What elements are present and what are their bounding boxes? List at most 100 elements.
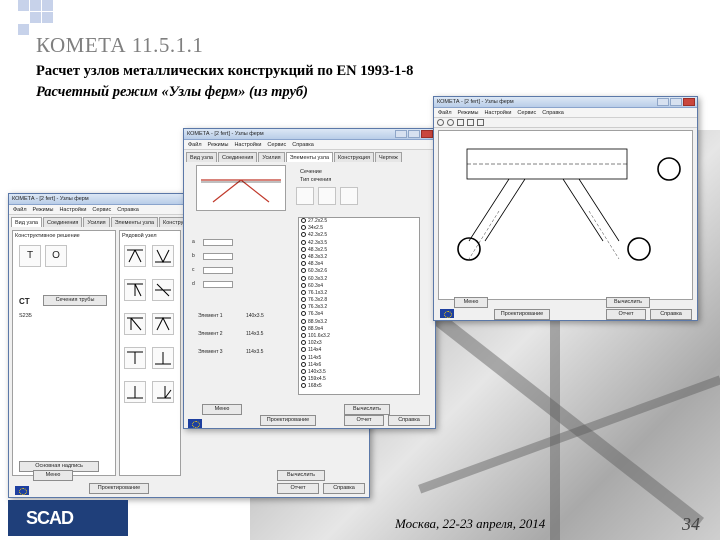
profile-size-label: 76.1x3.2 [308, 289, 328, 296]
tab-connections[interactable]: Соединения [217, 152, 258, 162]
maximize-icon[interactable] [670, 98, 682, 106]
menu-button[interactable]: Меню [454, 297, 488, 308]
menu-service[interactable]: Сервис [517, 108, 536, 117]
list-item[interactable]: 140x3.5 [299, 368, 419, 376]
element-3-row[interactable]: Элемент 3 114x3.5 [198, 349, 263, 357]
design-button[interactable]: Проектирование [494, 309, 550, 320]
tube-section-button[interactable]: Сечения трубы [43, 295, 107, 306]
help-button[interactable]: Справка [650, 309, 692, 320]
param-c-input[interactable] [202, 267, 233, 274]
square-section-icon[interactable] [318, 187, 336, 205]
list-item[interactable]: 76.3x4 [299, 311, 419, 318]
tab-node-elements[interactable]: Элементы узла [285, 152, 334, 162]
menu-help[interactable]: Справка [542, 108, 564, 117]
list-item[interactable]: 42.3x2.5 [299, 232, 419, 239]
menu-file[interactable]: Файл [13, 205, 27, 214]
calculate-button[interactable]: Вычислить [344, 404, 390, 415]
list-item[interactable]: 76.3x2.8 [299, 297, 419, 304]
menu-service[interactable]: Сервис [92, 205, 111, 214]
list-item[interactable]: 27.2x2.5 [299, 218, 419, 225]
round-section-icon[interactable] [340, 187, 358, 205]
list-item[interactable]: 60.3x2.6 [299, 268, 419, 275]
list-item[interactable]: 159x4.5 [299, 376, 419, 383]
element-2-row[interactable]: Элемент 2 114x3.5 [198, 331, 263, 339]
list-item[interactable]: 168x5 [299, 383, 419, 390]
help-button[interactable]: Справка [388, 415, 430, 426]
round-tube-option-icon[interactable]: O [45, 245, 67, 267]
profile-list[interactable]: 27.2x2.5 34x2.5 42.3x2.5 42.3x3.5 48.3x2.5 48… [298, 217, 420, 395]
list-item[interactable]: 48.3x2.5 [299, 246, 419, 254]
list-item[interactable]: 60.3x3.2 [299, 275, 419, 283]
list-item[interactable]: 88.9x3.2 [299, 318, 419, 326]
menu-help[interactable]: Справка [292, 140, 314, 149]
menu-modes[interactable]: Режимы [208, 140, 229, 149]
tab-node-view[interactable]: Вид узла [186, 152, 217, 162]
menu-settings[interactable]: Настройки [484, 108, 511, 117]
param-a-input[interactable] [202, 239, 233, 246]
list-item[interactable]: 48.3x3.2 [299, 253, 419, 261]
menu-file[interactable]: Файл [438, 108, 452, 117]
rect-section-icon[interactable] [296, 187, 314, 205]
menu-modes[interactable]: Режимы [33, 205, 54, 214]
node-k-type-icon[interactable] [124, 245, 146, 267]
tab-node-view[interactable]: Вид узла [11, 217, 42, 227]
node-n-type-icon[interactable] [124, 313, 146, 335]
menu-settings[interactable]: Настройки [234, 140, 261, 149]
list-item[interactable]: 101.6x3.2 [299, 333, 419, 340]
node-corner-type-icon[interactable] [152, 381, 174, 403]
maximize-icon[interactable] [408, 130, 420, 138]
close-icon[interactable] [421, 130, 433, 138]
list-item[interactable]: 76.3x3.2 [299, 304, 419, 311]
node-end-type-icon[interactable] [124, 381, 146, 403]
tab-drawing[interactable]: Чертеж [374, 152, 402, 162]
save-icon[interactable] [477, 119, 484, 126]
tab-forces[interactable]: Усилия [83, 217, 110, 227]
tab-construction[interactable]: Конструкция [334, 152, 374, 162]
list-item[interactable]: 102x3 [299, 340, 419, 347]
menu-button[interactable]: Меню [202, 404, 242, 415]
menu-modes[interactable]: Режимы [458, 108, 479, 117]
zoom-out-icon[interactable] [447, 119, 454, 126]
menu-service[interactable]: Сервис [267, 140, 286, 149]
list-item[interactable]: 88.9x4 [299, 325, 419, 333]
pan-icon[interactable] [457, 119, 464, 126]
element-1-row[interactable]: Элемент 1 140x3.5 [198, 313, 264, 321]
print-icon[interactable] [467, 119, 474, 126]
tab-forces[interactable]: Усилия [258, 152, 285, 162]
tab-node-elements[interactable]: Элементы узла [110, 217, 159, 227]
list-item[interactable]: 42.3x3.5 [299, 239, 419, 247]
param-d-input[interactable] [202, 281, 233, 288]
zoom-in-icon[interactable] [437, 119, 444, 126]
design-button[interactable]: Проектирование [260, 415, 316, 426]
minimize-icon[interactable] [395, 130, 407, 138]
list-item[interactable]: 60.3x4 [299, 282, 419, 290]
list-item[interactable]: 114x4 [299, 347, 419, 354]
design-button[interactable]: Проектирование [89, 483, 149, 494]
list-item[interactable]: 48.3x4 [299, 261, 419, 268]
param-b-input[interactable] [202, 253, 233, 260]
menu-button[interactable]: Меню [33, 470, 73, 481]
tab-connections[interactable]: Соединения [42, 217, 83, 227]
menu-file[interactable]: Файл [188, 140, 202, 149]
node-t-inverted-icon[interactable] [152, 347, 174, 369]
report-button[interactable]: Отчет [606, 309, 646, 320]
list-item[interactable]: 76.1x3.2 [299, 289, 419, 297]
calculate-button[interactable]: Вычислить [277, 470, 325, 481]
list-item[interactable]: 114x5 [299, 354, 419, 362]
report-button[interactable]: Отчет [344, 415, 384, 426]
node-x-type-icon[interactable] [152, 279, 174, 301]
node-kt-type-icon[interactable] [152, 313, 174, 335]
close-icon[interactable] [683, 98, 695, 106]
list-item[interactable]: 114x6 [299, 361, 419, 369]
report-button[interactable]: Отчет [277, 483, 319, 494]
node-y-type-icon[interactable] [124, 279, 146, 301]
help-button[interactable]: Справка [323, 483, 365, 494]
menu-settings[interactable]: Настройки [59, 205, 86, 214]
t-joint-option-icon[interactable]: T [19, 245, 41, 267]
calculate-button[interactable]: Вычислить [606, 297, 650, 308]
node-t-type-icon[interactable] [124, 347, 146, 369]
node-k-inverted-icon[interactable] [152, 245, 174, 267]
menu-help[interactable]: Справка [117, 205, 139, 214]
list-item[interactable]: 34x2.5 [299, 225, 419, 232]
minimize-icon[interactable] [657, 98, 669, 106]
